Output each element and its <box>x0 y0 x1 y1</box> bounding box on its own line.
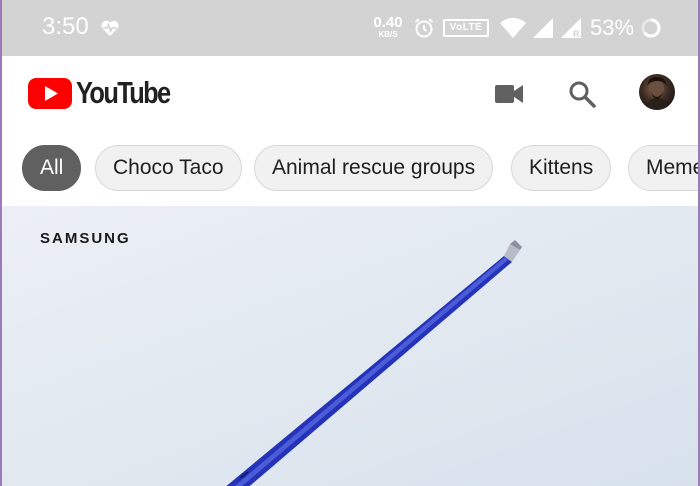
svg-text:R: R <box>573 29 580 39</box>
chip-animal-rescue-groups[interactable]: Animal rescue groups <box>254 145 494 191</box>
avatar[interactable] <box>639 74 675 110</box>
chip-all[interactable]: All <box>22 145 82 191</box>
topic-chips-bar: All Choco Taco Animal rescue groups Kitt… <box>2 132 698 206</box>
network-speed-unit: KB/S <box>378 30 398 39</box>
volte-badge: VoLTE <box>443 19 489 37</box>
chip-memes[interactable]: Memes <box>628 145 698 191</box>
cell-signal-icon <box>533 18 553 38</box>
youtube-logo-icon[interactable] <box>28 78 72 109</box>
status-bar: 3:50 0.40 KB/S VoLTE R 53% <box>2 0 698 56</box>
video-camera-icon[interactable] <box>494 83 524 105</box>
youtube-logo-text[interactable]: YouTube <box>76 75 171 111</box>
battery-icon <box>641 18 661 38</box>
phone-screen: 3:50 0.40 KB/S VoLTE R 53% YouTube All C… <box>0 0 700 486</box>
chip-choco-taco[interactable]: Choco Taco <box>95 145 242 191</box>
network-speed-value: 0.40 <box>373 14 403 31</box>
cell-signal-roaming-icon: R <box>561 18 581 39</box>
heart-monitor-icon <box>101 20 119 36</box>
chip-kittens[interactable]: Kittens <box>511 145 612 191</box>
video-ad-thumbnail[interactable]: SAMSUNG <box>2 206 698 486</box>
top-app-bar: YouTube <box>2 56 698 133</box>
battery-percent: 53% <box>590 15 635 40</box>
alarm-icon <box>414 18 434 38</box>
wifi-icon <box>500 17 526 38</box>
network-speed: 0.40 KB/S <box>370 15 406 39</box>
search-icon[interactable] <box>568 80 596 108</box>
stylus-pen-image <box>226 240 522 486</box>
status-time: 3:50 <box>42 13 89 40</box>
